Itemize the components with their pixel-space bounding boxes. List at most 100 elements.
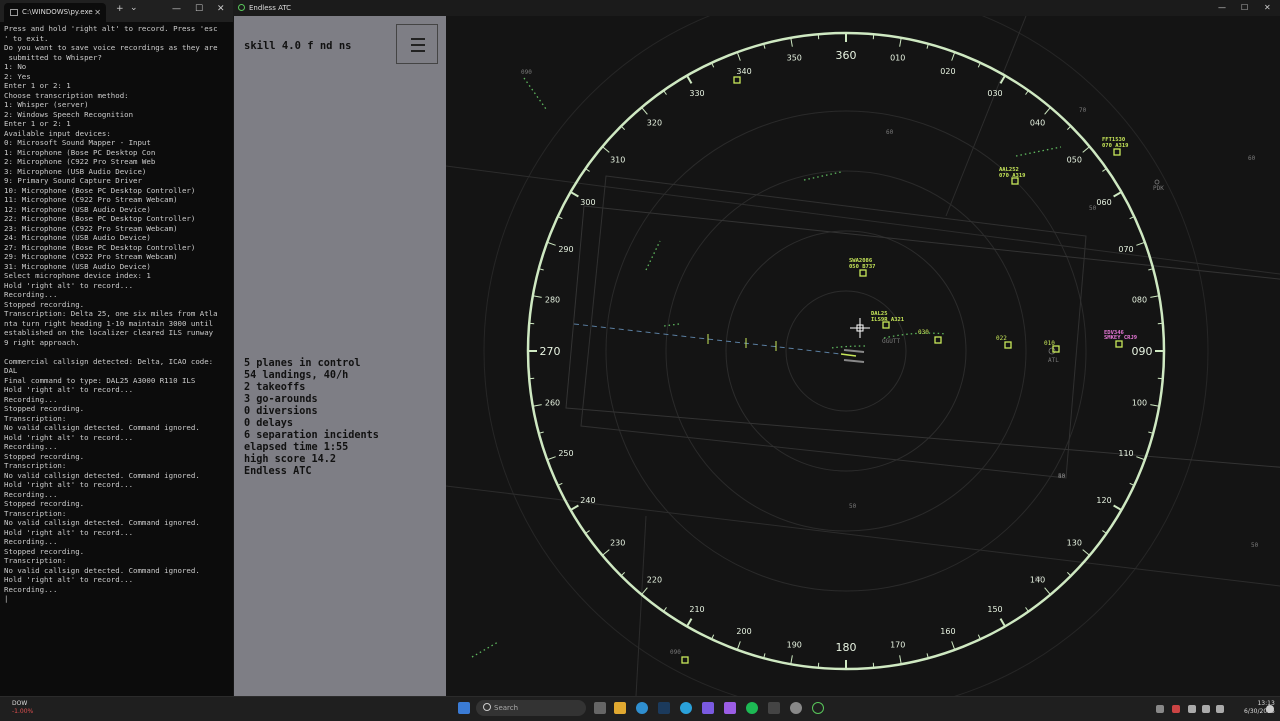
task-view-icon[interactable] bbox=[594, 702, 606, 714]
compass-tick bbox=[586, 531, 590, 534]
menu-icon-bar bbox=[411, 50, 425, 52]
compass-tick bbox=[1114, 192, 1122, 197]
windows-start-icon[interactable] bbox=[458, 702, 470, 714]
compass-tick bbox=[602, 550, 609, 556]
file-explorer-icon[interactable] bbox=[614, 702, 626, 714]
spotify-icon[interactable] bbox=[746, 702, 758, 714]
aircraft-target[interactable] bbox=[1114, 149, 1120, 155]
compass-tick bbox=[1102, 169, 1106, 172]
aircraft-target[interactable] bbox=[935, 337, 941, 343]
terminal-tab[interactable]: C:\WINDOWS\py.exe ✕ bbox=[4, 3, 106, 22]
compass-heading-label: 130 bbox=[1067, 539, 1082, 548]
aircraft-target[interactable] bbox=[682, 657, 688, 663]
aircraft-trail bbox=[472, 642, 498, 657]
app-icon[interactable] bbox=[724, 702, 736, 714]
search-icon bbox=[483, 703, 491, 711]
compass-tick bbox=[547, 457, 555, 460]
wifi-icon[interactable] bbox=[1188, 705, 1196, 713]
game-window: Endless ATC — ☐ ✕ skill 4.0 f nd ns 5 pl… bbox=[233, 0, 1280, 696]
tab-dropdown-button[interactable]: ⌄ bbox=[130, 3, 138, 13]
maximize-icon[interactable]: ☐ bbox=[1241, 0, 1248, 16]
minimize-icon[interactable]: — bbox=[172, 4, 181, 14]
compass-heading-label: 030 bbox=[987, 89, 1002, 98]
stock-change: -1.00% bbox=[12, 708, 33, 716]
skill-label: skill 4.0 f nd ns bbox=[244, 40, 351, 52]
fix-label: 090 bbox=[521, 69, 532, 76]
battery-icon[interactable] bbox=[1216, 705, 1224, 713]
aircraft-target[interactable] bbox=[1116, 341, 1122, 347]
aircraft-trail bbox=[804, 172, 841, 180]
menu-button[interactable] bbox=[396, 24, 438, 64]
stat-diversions: 0 diversions bbox=[244, 406, 379, 418]
compass-heading-label: 240 bbox=[580, 496, 595, 505]
stock-widget[interactable]: DOW -1.00% bbox=[12, 700, 33, 716]
terminal-window: C:\WINDOWS\py.exe ✕ + ⌄ — ☐ ✕ Press and … bbox=[0, 0, 234, 696]
aircraft-target[interactable] bbox=[860, 270, 866, 276]
compass-heading-label: 280 bbox=[545, 295, 560, 304]
compass-heading-label: 050 bbox=[1067, 155, 1082, 164]
stat-separation: 6 separation incidents bbox=[244, 430, 379, 442]
edge-icon[interactable] bbox=[636, 702, 648, 714]
menu-icon-bar bbox=[411, 38, 425, 40]
fix-label: 50 bbox=[1251, 542, 1259, 549]
compass-heading-label: 070 bbox=[1118, 245, 1133, 254]
runway bbox=[841, 354, 856, 356]
compass-tick bbox=[621, 572, 625, 576]
fix-label: 60 bbox=[1035, 576, 1043, 583]
close-icon[interactable]: ✕ bbox=[1264, 0, 1271, 16]
volume-icon[interactable] bbox=[1202, 705, 1210, 713]
aircraft-info: 070 A319 bbox=[999, 173, 1026, 179]
minimize-icon[interactable]: — bbox=[1218, 0, 1226, 16]
runway bbox=[844, 360, 864, 362]
close-tab-icon[interactable]: ✕ bbox=[94, 3, 101, 22]
new-tab-button[interactable]: + bbox=[116, 4, 124, 14]
compass-tick bbox=[952, 641, 955, 649]
radar-svg[interactable]: 3600100200300400500600700800901001101201… bbox=[446, 16, 1280, 696]
terminal-taskbar-icon[interactable] bbox=[768, 702, 780, 714]
notification-icon[interactable] bbox=[1266, 705, 1274, 713]
compass-heading-label: 100 bbox=[1132, 399, 1147, 408]
fix-label: GGUTT bbox=[882, 338, 900, 345]
compass-heading-label: 250 bbox=[558, 449, 573, 458]
airspace-line bbox=[946, 16, 1026, 216]
app-icon[interactable] bbox=[790, 702, 802, 714]
radar-scope[interactable]: 3600100200300400500600700800901001101201… bbox=[446, 16, 1280, 696]
terminal-output[interactable]: Press and hold 'right alt' to record. Pr… bbox=[4, 24, 232, 694]
discord-icon[interactable] bbox=[702, 702, 714, 714]
compass-tick bbox=[571, 192, 579, 197]
aircraft-target[interactable] bbox=[734, 77, 740, 83]
fix-label: 60 bbox=[886, 129, 894, 136]
compass-heading-label: 320 bbox=[647, 119, 662, 128]
telegram-icon[interactable] bbox=[680, 702, 692, 714]
compass-tick bbox=[533, 296, 542, 298]
compass-heading-label: 080 bbox=[1132, 295, 1147, 304]
search-box[interactable]: Search bbox=[476, 700, 586, 716]
compass-tick bbox=[586, 169, 590, 172]
tray-chevron-icon[interactable] bbox=[1156, 705, 1164, 713]
steam-icon[interactable] bbox=[658, 702, 670, 714]
compass-heading-label: 170 bbox=[890, 640, 905, 649]
aircraft-trail bbox=[664, 324, 679, 326]
crosshair-cursor-icon bbox=[850, 318, 870, 338]
game-title-bar: Endless ATC — ☐ ✕ bbox=[233, 0, 1280, 16]
tray-app-icon[interactable] bbox=[1172, 705, 1180, 713]
stat-landings: 54 landings, 40/h bbox=[244, 370, 379, 382]
maximize-icon[interactable]: ☐ bbox=[195, 4, 203, 14]
endless-atc-icon[interactable] bbox=[812, 702, 824, 714]
compass-tick bbox=[533, 405, 542, 407]
compass-heading-label: 270 bbox=[540, 345, 561, 358]
compass-tick bbox=[791, 38, 793, 47]
aircraft-target[interactable] bbox=[1005, 342, 1011, 348]
close-icon[interactable]: ✕ bbox=[217, 4, 225, 14]
stat-delays: 0 delays bbox=[244, 418, 379, 430]
compass-tick bbox=[1102, 531, 1106, 534]
compass-tick bbox=[687, 76, 692, 84]
airspace-boundary bbox=[566, 206, 1280, 471]
stat-elapsed: elapsed time 1:55 bbox=[244, 442, 379, 454]
compass-heading-label: 350 bbox=[787, 54, 802, 63]
aircraft-trail bbox=[646, 241, 660, 270]
compass-tick bbox=[1083, 147, 1090, 153]
compass-tick bbox=[1001, 619, 1006, 627]
fix-label: 50 bbox=[849, 503, 857, 510]
taskbar: DOW -1.00% Search 13:13 6/30/2025 bbox=[0, 696, 1280, 721]
